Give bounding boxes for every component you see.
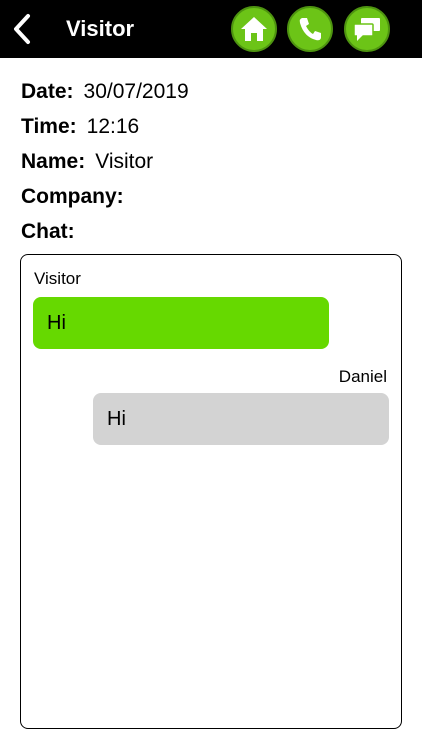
phone-icon (299, 18, 321, 41)
date-row: Date: 30/07/2019 (21, 78, 189, 113)
date-label: Date: (21, 80, 74, 103)
message-sender: Daniel (338, 367, 387, 386)
message-bubble-incoming: Hi (33, 297, 329, 349)
name-label: Name: (21, 150, 86, 173)
company-row: Company: (21, 183, 189, 218)
chat-transcript[interactable]: Visitor Hi Daniel Hi (20, 254, 402, 729)
home-button[interactable] (231, 6, 277, 52)
message-bubble-outgoing: Hi (93, 393, 389, 445)
time-label: Time: (21, 115, 77, 138)
chat-icon (353, 18, 380, 41)
message-sender: Visitor (34, 269, 81, 288)
name-row: Name: Visitor (21, 148, 189, 183)
chevron-left-icon (14, 14, 30, 44)
header-bar: Visitor (0, 0, 422, 58)
page-title: Visitor (66, 16, 135, 41)
chat-label: Chat: (21, 220, 75, 243)
visit-details: Date: 30/07/2019 Time: 12:16 Name: Visit… (21, 78, 189, 253)
call-button[interactable] (287, 6, 333, 52)
name-value: Visitor (95, 150, 154, 173)
chat-button[interactable] (344, 6, 390, 52)
time-row: Time: 12:16 (21, 113, 189, 148)
company-label: Company: (21, 185, 124, 208)
time-value: 12:16 (86, 115, 140, 138)
home-icon (241, 17, 267, 41)
chat-row: Chat: (21, 218, 189, 253)
date-value: 30/07/2019 (83, 80, 189, 103)
back-button[interactable] (6, 10, 38, 48)
